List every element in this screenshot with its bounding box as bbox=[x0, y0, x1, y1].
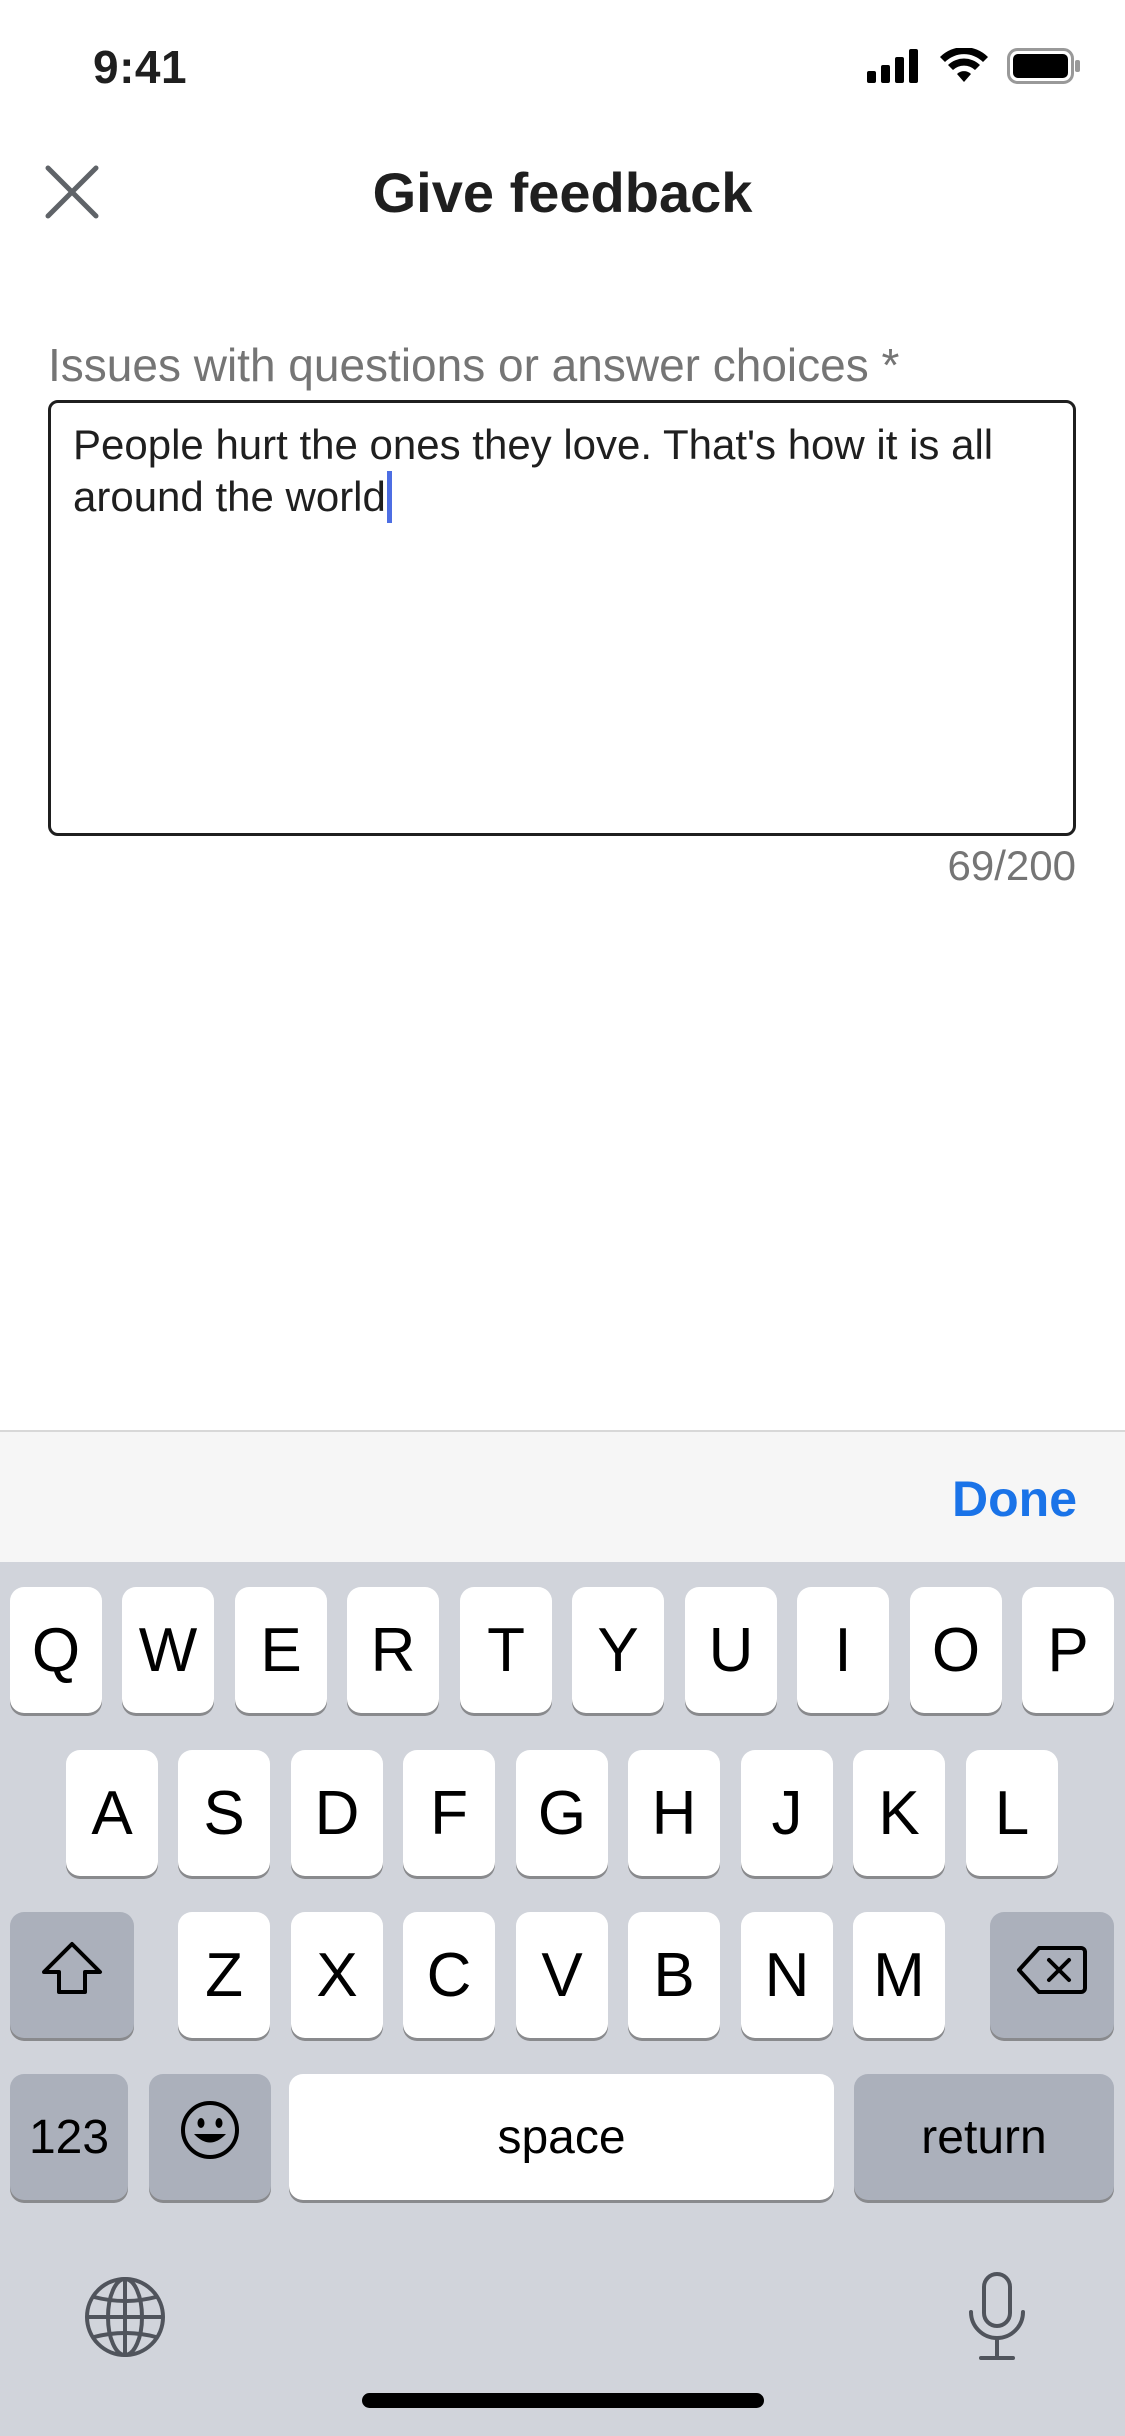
key-x[interactable]: X bbox=[291, 1912, 383, 2038]
key-d[interactable]: D bbox=[291, 1750, 383, 1876]
wifi-icon bbox=[939, 47, 989, 89]
key-r[interactable]: R bbox=[347, 1587, 439, 1713]
feedback-field-label: Issues with questions or answer choices … bbox=[48, 339, 900, 391]
dictation-button[interactable] bbox=[955, 2268, 1039, 2368]
key-l[interactable]: L bbox=[966, 1750, 1058, 1876]
key-p[interactable]: P bbox=[1022, 1587, 1114, 1713]
keyboard-accessory-bar: Done bbox=[0, 1430, 1125, 1562]
keyboard: Q W E R T Y U I O P A S D F G H J K L Z … bbox=[0, 1562, 1125, 2436]
numbers-key[interactable]: 123 bbox=[10, 2074, 128, 2200]
key-a[interactable]: A bbox=[66, 1750, 158, 1876]
key-y[interactable]: Y bbox=[572, 1587, 664, 1713]
backspace-icon bbox=[1017, 1940, 1087, 2011]
page-title: Give feedback bbox=[372, 161, 753, 224]
key-h[interactable]: H bbox=[628, 1750, 720, 1876]
character-counter: 69/200 bbox=[947, 842, 1076, 889]
shift-icon bbox=[40, 1940, 104, 2011]
key-c[interactable]: C bbox=[403, 1912, 495, 2038]
emoji-icon bbox=[179, 2099, 241, 2176]
key-z[interactable]: Z bbox=[178, 1912, 270, 2038]
key-k[interactable]: K bbox=[853, 1750, 945, 1876]
feedback-textarea[interactable]: People hurt the ones they love. That's h… bbox=[48, 400, 1076, 836]
battery-icon bbox=[1007, 48, 1081, 89]
cellular-signal-icon bbox=[867, 49, 921, 88]
key-m[interactable]: M bbox=[853, 1912, 945, 2038]
shift-key[interactable] bbox=[10, 1912, 134, 2038]
delete-key[interactable] bbox=[990, 1912, 1114, 2038]
key-u[interactable]: U bbox=[685, 1587, 777, 1713]
key-q[interactable]: Q bbox=[10, 1587, 102, 1713]
key-g[interactable]: G bbox=[516, 1750, 608, 1876]
key-s[interactable]: S bbox=[178, 1750, 270, 1876]
text-caret bbox=[386, 471, 392, 523]
globe-button[interactable] bbox=[80, 2274, 170, 2364]
key-e[interactable]: E bbox=[235, 1587, 327, 1713]
space-key[interactable]: space bbox=[289, 2074, 834, 2200]
home-indicator bbox=[362, 2393, 764, 2408]
globe-icon bbox=[83, 2275, 167, 2364]
key-n[interactable]: N bbox=[741, 1912, 833, 2038]
microphone-icon bbox=[965, 2270, 1029, 2367]
key-b[interactable]: B bbox=[628, 1912, 720, 2038]
header: Give feedback bbox=[0, 140, 1125, 250]
key-w[interactable]: W bbox=[122, 1587, 214, 1713]
done-button[interactable]: Done bbox=[952, 1470, 1077, 1528]
status-icons bbox=[867, 47, 1081, 89]
status-bar: 9:41 bbox=[0, 0, 1125, 140]
return-key[interactable]: return bbox=[854, 2074, 1114, 2200]
key-o[interactable]: O bbox=[910, 1587, 1002, 1713]
key-j[interactable]: J bbox=[741, 1750, 833, 1876]
feedback-text: People hurt the ones they love. That's h… bbox=[73, 421, 1005, 520]
key-i[interactable]: I bbox=[797, 1587, 889, 1713]
key-t[interactable]: T bbox=[460, 1587, 552, 1713]
status-time: 9:41 bbox=[93, 41, 188, 93]
emoji-key[interactable] bbox=[149, 2074, 271, 2200]
key-v[interactable]: V bbox=[516, 1912, 608, 2038]
key-f[interactable]: F bbox=[403, 1750, 495, 1876]
